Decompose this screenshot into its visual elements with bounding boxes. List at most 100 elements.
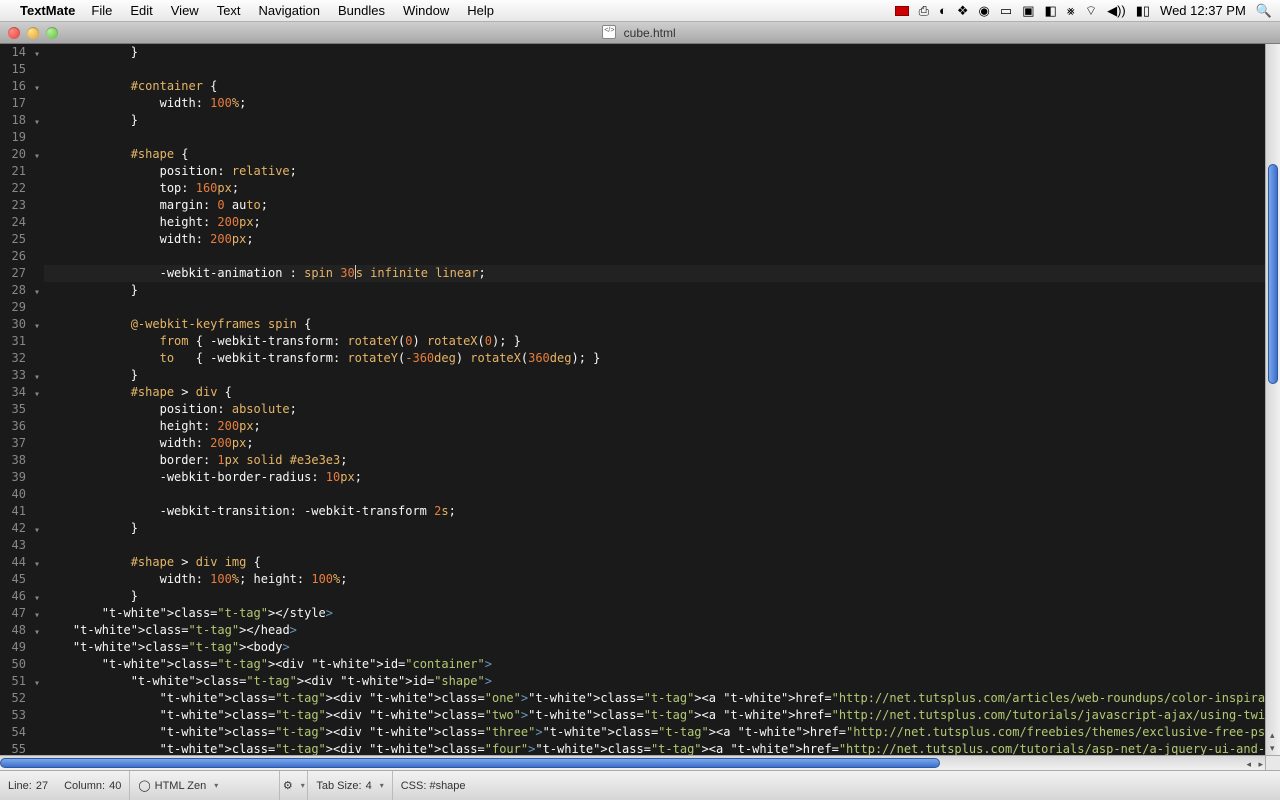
code-line[interactable]: #shape { bbox=[44, 146, 1280, 163]
code-line[interactable] bbox=[44, 299, 1280, 316]
code-line[interactable]: "t-white">class="t-tag"></head> bbox=[44, 622, 1280, 639]
line-number[interactable]: 53 bbox=[0, 707, 40, 724]
line-number[interactable]: 27 bbox=[0, 265, 40, 282]
menu-view[interactable]: View bbox=[171, 3, 199, 18]
code-line[interactable]: width: 200px; bbox=[44, 435, 1280, 452]
horizontal-scrollbar[interactable]: ◂ ▸ bbox=[0, 755, 1265, 770]
code-line[interactable]: from { -webkit-transform: rotateY(0) rot… bbox=[44, 333, 1280, 350]
line-number[interactable]: 51▾ bbox=[0, 673, 40, 690]
line-number[interactable]: 35 bbox=[0, 401, 40, 418]
code-line[interactable]: top: 160px; bbox=[44, 180, 1280, 197]
line-number[interactable]: 39 bbox=[0, 469, 40, 486]
line-number[interactable]: 17 bbox=[0, 95, 40, 112]
line-number[interactable]: 32 bbox=[0, 350, 40, 367]
scroll-down-arrow-icon[interactable]: ▾ bbox=[1270, 743, 1275, 754]
menulet-icon[interactable]: ◉ bbox=[979, 3, 990, 19]
code-line[interactable]: margin: 0 auto; bbox=[44, 197, 1280, 214]
code-line[interactable]: } bbox=[44, 520, 1280, 537]
status-language[interactable]: ◯ HTML Zen bbox=[130, 771, 280, 800]
code-line[interactable]: width: 200px; bbox=[44, 231, 1280, 248]
line-number[interactable]: 48▾ bbox=[0, 622, 40, 639]
code-line[interactable]: height: 200px; bbox=[44, 214, 1280, 231]
battery-icon[interactable]: ▮▯ bbox=[1136, 3, 1150, 19]
line-number[interactable]: 29 bbox=[0, 299, 40, 316]
code-line[interactable]: "t-white">class="t-tag"></style> bbox=[44, 605, 1280, 622]
line-number[interactable]: 49 bbox=[0, 639, 40, 656]
vertical-scrollbar[interactable]: ▴ ▾ bbox=[1265, 44, 1280, 755]
wifi-icon[interactable]: ⌔ bbox=[1085, 3, 1097, 19]
status-line[interactable]: Line: 27 bbox=[0, 771, 56, 800]
status-gear[interactable]: ⚙ bbox=[280, 771, 308, 800]
line-number[interactable]: 46▾ bbox=[0, 588, 40, 605]
code-line[interactable] bbox=[44, 248, 1280, 265]
menulet-icon[interactable]: ▣ bbox=[1022, 3, 1034, 19]
line-number[interactable]: 43 bbox=[0, 537, 40, 554]
line-number[interactable]: 40 bbox=[0, 486, 40, 503]
vertical-scroll-thumb[interactable] bbox=[1268, 164, 1278, 384]
code-line[interactable]: } bbox=[44, 282, 1280, 299]
code-line[interactable]: } bbox=[44, 44, 1280, 61]
menulet-icon[interactable]: ◧ bbox=[1044, 3, 1056, 19]
scroll-left-arrow-icon[interactable]: ◂ bbox=[1246, 759, 1251, 770]
menu-text[interactable]: Text bbox=[217, 3, 241, 18]
line-number[interactable]: 33▾ bbox=[0, 367, 40, 384]
line-number[interactable]: 19 bbox=[0, 129, 40, 146]
line-number[interactable]: 45 bbox=[0, 571, 40, 588]
line-number[interactable]: 41 bbox=[0, 503, 40, 520]
scroll-right-arrow-icon[interactable]: ▸ bbox=[1258, 759, 1263, 770]
line-number[interactable]: 50 bbox=[0, 656, 40, 673]
code-line[interactable] bbox=[44, 61, 1280, 78]
line-number[interactable]: 30▾ bbox=[0, 316, 40, 333]
menu-navigation[interactable]: Navigation bbox=[259, 3, 320, 18]
code-line[interactable]: position: absolute; bbox=[44, 401, 1280, 418]
menu-file[interactable]: File bbox=[91, 3, 112, 18]
code-line[interactable]: to { -webkit-transform: rotateY(-360deg)… bbox=[44, 350, 1280, 367]
line-number[interactable]: 31 bbox=[0, 333, 40, 350]
code-line[interactable]: -webkit-border-radius: 10px; bbox=[44, 469, 1280, 486]
code-line[interactable]: } bbox=[44, 112, 1280, 129]
line-number[interactable]: 15 bbox=[0, 61, 40, 78]
spotlight-icon[interactable]: 🔍 bbox=[1256, 3, 1272, 19]
menulet-icon[interactable]: ◐ bbox=[939, 3, 947, 18]
line-number[interactable]: 21 bbox=[0, 163, 40, 180]
code-line[interactable]: "t-white">class="t-tag"><div "t-white">c… bbox=[44, 690, 1280, 707]
menu-help[interactable]: Help bbox=[467, 3, 494, 18]
code-line[interactable] bbox=[44, 129, 1280, 146]
line-number[interactable]: 47▾ bbox=[0, 605, 40, 622]
menu-window[interactable]: Window bbox=[403, 3, 449, 18]
line-number[interactable]: 26 bbox=[0, 248, 40, 265]
line-number[interactable]: 25 bbox=[0, 231, 40, 248]
scroll-up-arrow-icon[interactable]: ▴ bbox=[1270, 730, 1275, 741]
line-number[interactable]: 42▾ bbox=[0, 520, 40, 537]
bluetooth-icon[interactable]: ⨳ bbox=[1067, 3, 1075, 19]
dropbox-icon[interactable]: ❖ bbox=[957, 3, 969, 19]
horizontal-scroll-thumb[interactable] bbox=[0, 758, 940, 768]
code-line[interactable]: } bbox=[44, 588, 1280, 605]
code-line[interactable] bbox=[44, 486, 1280, 503]
line-number[interactable]: 16▾ bbox=[0, 78, 40, 95]
volume-icon[interactable]: ◀)) bbox=[1107, 3, 1126, 19]
code-line[interactable]: } bbox=[44, 367, 1280, 384]
menu-edit[interactable]: Edit bbox=[130, 3, 152, 18]
code-line[interactable]: "t-white">class="t-tag"><div "t-white">i… bbox=[44, 673, 1280, 690]
line-number[interactable]: 36 bbox=[0, 418, 40, 435]
menulet-icon[interactable]: ▭ bbox=[1000, 3, 1012, 19]
line-number[interactable]: 38 bbox=[0, 452, 40, 469]
line-number[interactable]: 14▾ bbox=[0, 44, 40, 61]
code-line[interactable]: position: relative; bbox=[44, 163, 1280, 180]
menulet-icon[interactable]: ⎙ bbox=[919, 3, 929, 19]
code-line[interactable]: height: 200px; bbox=[44, 418, 1280, 435]
code-line[interactable]: @-webkit-keyframes spin { bbox=[44, 316, 1280, 333]
status-tabsize[interactable]: Tab Size: 4 bbox=[308, 771, 392, 800]
line-number[interactable]: 24 bbox=[0, 214, 40, 231]
code-line[interactable]: "t-white">class="t-tag"><div "t-white">c… bbox=[44, 724, 1280, 741]
menu-bundles[interactable]: Bundles bbox=[338, 3, 385, 18]
code-line[interactable]: #shape > div img { bbox=[44, 554, 1280, 571]
code-line[interactable]: #container { bbox=[44, 78, 1280, 95]
line-number[interactable]: 22 bbox=[0, 180, 40, 197]
code-line[interactable]: -webkit-animation : spin 30s infinite li… bbox=[44, 265, 1280, 282]
status-column[interactable]: Column: 40 bbox=[56, 771, 130, 800]
line-number[interactable]: 28▾ bbox=[0, 282, 40, 299]
editor[interactable]: 14▾1516▾1718▾1920▾2122232425262728▾2930▾… bbox=[0, 44, 1280, 770]
line-number[interactable]: 34▾ bbox=[0, 384, 40, 401]
